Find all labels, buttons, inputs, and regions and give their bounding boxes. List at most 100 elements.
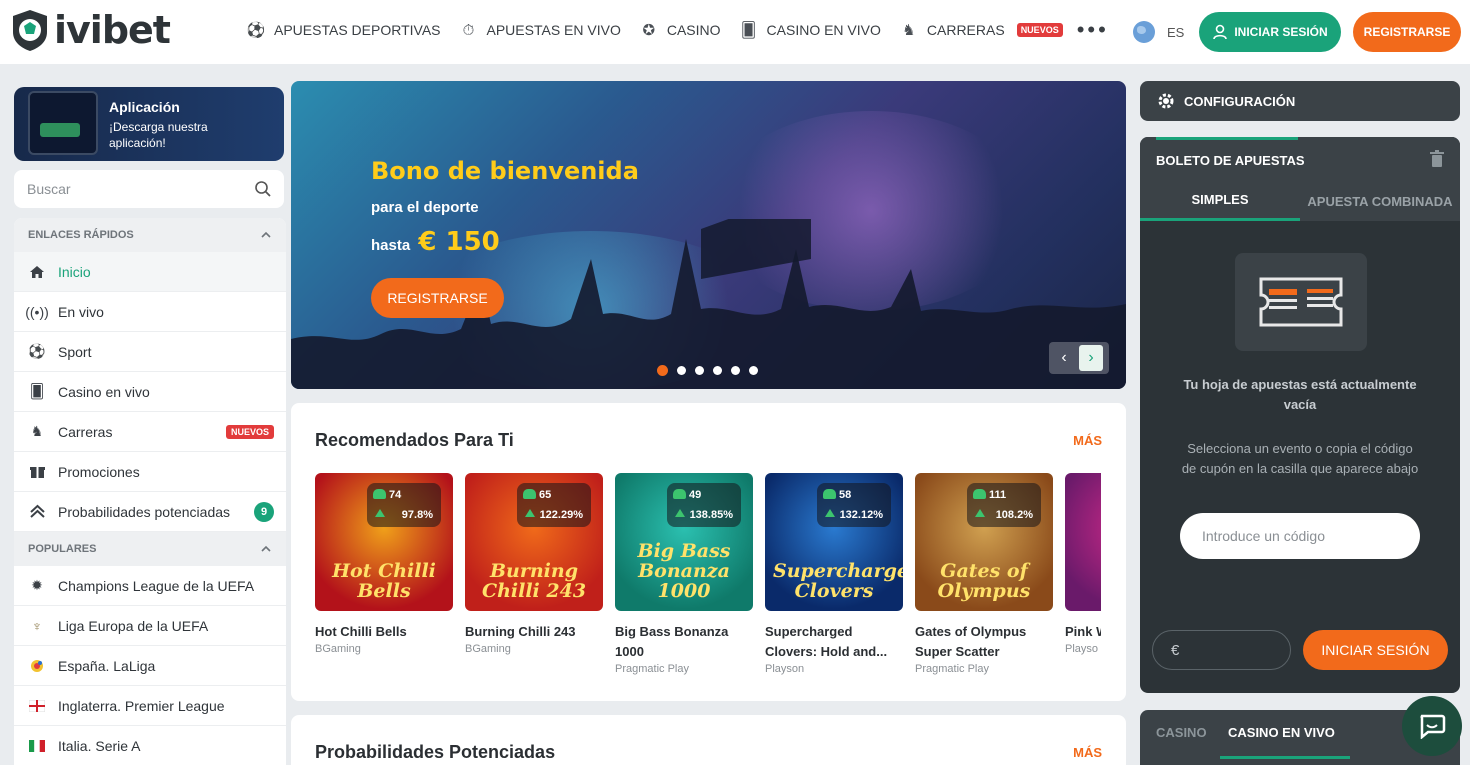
boost-icon (28, 503, 46, 521)
horse-icon: ♞ (902, 22, 916, 39)
settings-button[interactable]: CONFIGURACIÓN (1140, 81, 1460, 121)
sidebar-item-label: Probabilidades potenciadas (58, 503, 231, 520)
tab-single[interactable]: SIMPLES (1140, 181, 1300, 221)
brand-logo[interactable]: ivibet (10, 8, 171, 52)
bet-slip-title: BOLETO DE APUESTAS (1140, 137, 1460, 181)
nav-races[interactable]: ♞ CARRERAS (899, 20, 1005, 40)
game-provider: Pragmatic Play (615, 663, 689, 675)
game-thumbnail[interactable]: 5 (1065, 473, 1101, 611)
gift-icon (28, 463, 46, 481)
cards-icon: 🂠 (29, 383, 45, 399)
sidebar-item-label: Inglaterra. Premier League (58, 697, 225, 714)
sidebar-item-serie-a[interactable]: Italia. Serie A (14, 726, 286, 765)
nav-live-casino[interactable]: 🂠 CASINO EN VIVO (739, 20, 881, 40)
game-card[interactable]: 65 122.29% Burning Chilli 243 Burning Chill… (465, 473, 603, 655)
chevron-right-icon[interactable]: › (1079, 345, 1103, 371)
game-card[interactable]: 58 132.12% Supercharged Clovers Supercharge… (765, 473, 903, 675)
sidebar-item-label: Sport (58, 343, 92, 360)
game-stats: 65 122.29% (517, 483, 591, 527)
nav-casino[interactable]: ✪ CASINO (639, 20, 721, 40)
players-count: 58 (839, 489, 852, 501)
carousel-dot[interactable] (731, 366, 740, 375)
game-title: Pink Win (1065, 624, 1101, 639)
chat-button[interactable] (1402, 696, 1462, 756)
search-input[interactable]: Buscar (14, 170, 284, 208)
stake-amount-input[interactable]: € (1152, 630, 1291, 670)
section-title: ENLACES RÁPIDOS (28, 229, 134, 241)
sidebar-item-live[interactable]: ((•)) En vivo (14, 292, 286, 332)
popular-header[interactable]: POPULARES (14, 532, 286, 566)
tab-underline (1220, 756, 1350, 759)
login-button[interactable]: INICIAR SESIÓN (1199, 12, 1341, 52)
rtp-up-icon (375, 509, 385, 517)
game-card[interactable]: 111 108.2% Gates of Olympus Gates of Olympu… (915, 473, 1053, 675)
globe-icon (1133, 21, 1155, 43)
broadcast-icon: ((•)) (25, 303, 49, 320)
sidebar-item-label: Italia. Serie A (58, 737, 141, 754)
trash-icon[interactable] (1430, 150, 1444, 168)
rtp-value: 138.85% (689, 509, 733, 521)
game-thumbnail[interactable]: 111 108.2% Gates of Olympus (915, 473, 1053, 611)
tab-casino[interactable]: CASINO (1156, 725, 1207, 740)
carousel-dot[interactable] (677, 366, 686, 375)
section-title: Recomendados Para Ti (315, 430, 514, 450)
sidebar-item-laliga[interactable]: España. LaLiga (14, 646, 286, 686)
rtp-value: 122.29% (539, 509, 583, 521)
sidebar-item-sport[interactable]: ⚽ Sport (14, 332, 286, 372)
more-link[interactable]: MÁS (1073, 433, 1102, 448)
tab-combo[interactable]: APUESTA COMBINADA (1300, 181, 1460, 221)
carousel-dot[interactable] (657, 365, 668, 376)
main-nav: ⚽ APUESTAS DEPORTIVAS ⏱ APUESTAS EN VIVO… (246, 19, 1109, 41)
quick-links-header[interactable]: ENLACES RÁPIDOS (14, 218, 286, 252)
chat-icon (1420, 714, 1446, 739)
game-thumbnail[interactable]: 58 132.12% Supercharged Clovers (765, 473, 903, 611)
register-button[interactable]: REGISTRARSE (1353, 12, 1461, 52)
chevron-up-icon (261, 545, 271, 552)
sidebar-item-champions-league[interactable]: ✹ Champions League de la UEFA (14, 566, 286, 606)
app-download-banner[interactable]: Aplicación ¡Descarga nuestra aplicación! (14, 87, 284, 161)
more-menu-icon[interactable]: ••• (1077, 19, 1109, 41)
sidebar-item-boosted-odds[interactable]: Probabilidades potenciadas 9 (14, 492, 286, 532)
game-thumbnail[interactable]: 65 122.29% Burning Chilli 243 (465, 473, 603, 611)
chevron-left-icon[interactable]: ‹ (1049, 342, 1079, 374)
gear-icon (1158, 93, 1174, 109)
hero-register-button[interactable]: REGISTRARSE (371, 278, 504, 318)
nav-sports-betting[interactable]: ⚽ APUESTAS DEPORTIVAS (246, 20, 441, 40)
nav-label: CASINO EN VIVO (766, 22, 881, 38)
sidebar-item-label: En vivo (58, 303, 104, 320)
slip-login-button[interactable]: INICIAR SESIÓN (1303, 630, 1448, 670)
game-thumbnail[interactable]: 49 138.85% Big Bass Bonanza 1000 (615, 473, 753, 611)
welcome-bonus-banner[interactable]: Bono de bienvenida para el deporte hasta… (291, 81, 1126, 389)
game-art-title: Gates of Olympus (937, 560, 1031, 602)
game-provider: Playson (765, 663, 805, 675)
game-card[interactable]: 49 138.85% Big Bass Bonanza 1000 Big Bass B… (615, 473, 753, 675)
hero-title: Bono de bienvenida (371, 157, 639, 185)
carousel-dot[interactable] (713, 366, 722, 375)
cards-icon: 🂠 (740, 22, 757, 39)
coupon-code-input[interactable]: Introduce un código (1180, 513, 1420, 559)
more-link[interactable]: MÁS (1073, 745, 1102, 760)
sidebar-item-home[interactable]: Inicio (14, 252, 286, 292)
nav-live-betting[interactable]: ⏱ APUESTAS EN VIVO (459, 20, 621, 40)
ticket-icon (1259, 277, 1343, 327)
game-card[interactable]: 74 97.8% Hot Chilli Bells Hot Chilli Bells B… (315, 473, 453, 655)
sidebar-item-europa-league[interactable]: ♆ Liga Europa de la UEFA (14, 606, 286, 646)
bet-slip-tabs: SIMPLES APUESTA COMBINADA (1140, 181, 1460, 221)
sidebar-item-live-casino[interactable]: 🂠 Casino en vivo (14, 372, 286, 412)
games-carousel: 74 97.8% Hot Chilli Bells Hot Chilli Bells B… (315, 473, 1101, 693)
sidebar-item-label: Champions League de la UEFA (58, 577, 255, 594)
brand-name: ivibet (54, 8, 171, 52)
game-thumbnail[interactable]: 74 97.8% Hot Chilli Bells (315, 473, 453, 611)
carousel-dot[interactable] (695, 366, 704, 375)
language-selector[interactable]: ES (1133, 21, 1184, 43)
sidebar-item-premier-league[interactable]: Inglaterra. Premier League (14, 686, 286, 726)
recommended-section: Recomendados Para Ti MÁS 74 97.8% Hot Chil… (291, 403, 1126, 701)
tab-live-casino[interactable]: CASINO EN VIVO (1228, 725, 1335, 740)
nav-label: APUESTAS DEPORTIVAS (274, 22, 441, 38)
sidebar-item-races[interactable]: ♞ Carreras NUEVOS (14, 412, 286, 452)
sidebar-item-promotions[interactable]: Promociones (14, 452, 286, 492)
game-card[interactable]: 5 Pink Win Playso (1065, 473, 1101, 655)
carousel-dot[interactable] (749, 366, 758, 375)
search-icon[interactable] (254, 180, 272, 198)
section-title: Probabilidades Potenciadas (315, 742, 556, 762)
